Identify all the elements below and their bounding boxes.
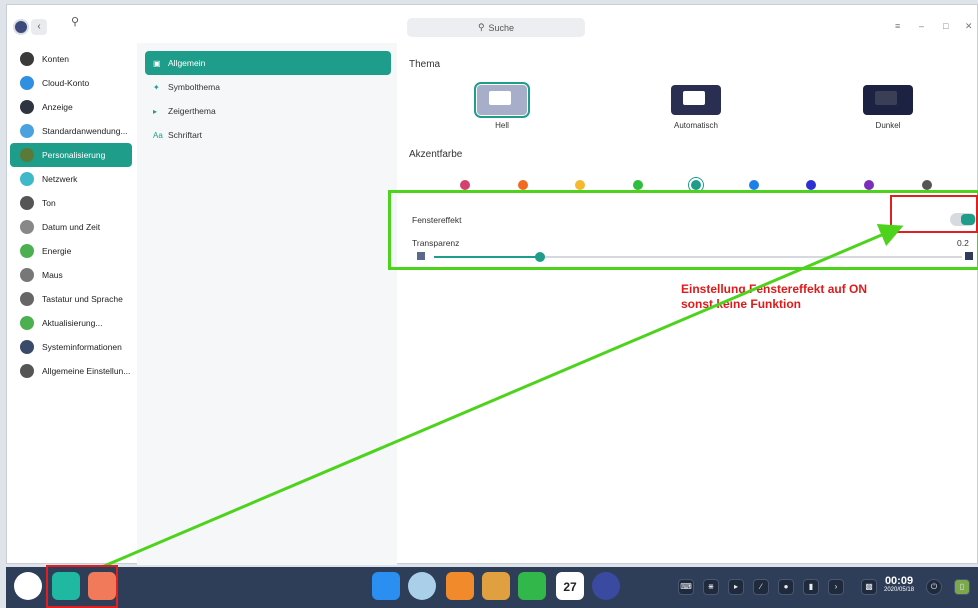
calendar-icon[interactable]: 27 [556,572,584,600]
annotation-arrows [89,224,904,574]
bluetooth-tray-icon[interactable]: ⋇ [703,579,719,595]
expand-tray-icon[interactable]: › [828,579,844,595]
clock[interactable]: 00:09 2020/05/18 [884,575,914,593]
dock: 27 ⌨ ⋇ ▸ ∕ ● ▮ › ▩ 00:09 2020/05/18 ⏻ ▯ [6,567,978,608]
file-manager-icon[interactable] [372,572,400,600]
screen-tray-icon[interactable]: ▩ [861,579,877,595]
launcher-icon[interactable] [14,572,42,600]
browser-icon[interactable] [408,572,436,600]
app-store-icon[interactable] [446,572,474,600]
settings-icon[interactable] [592,572,620,600]
clock-time: 00:09 [884,575,914,587]
volume-tray-icon[interactable]: ▸ [728,579,744,595]
annotation-red-box-dock [46,565,118,608]
image-viewer-icon[interactable] [482,572,510,600]
keyboard-tray-icon[interactable]: ⌨ [678,579,694,595]
clock-date: 2020/05/18 [884,587,915,593]
power-tray-icon[interactable]: ⏻ [926,579,942,595]
pen-tray-icon[interactable]: ∕ [753,579,769,595]
battery-tray-icon[interactable]: ▮ [803,579,819,595]
trash-icon[interactable]: ▯ [954,579,970,595]
music-icon[interactable] [518,572,546,600]
annotation-arrow-line [89,224,904,574]
notification-tray-icon[interactable]: ● [778,579,794,595]
